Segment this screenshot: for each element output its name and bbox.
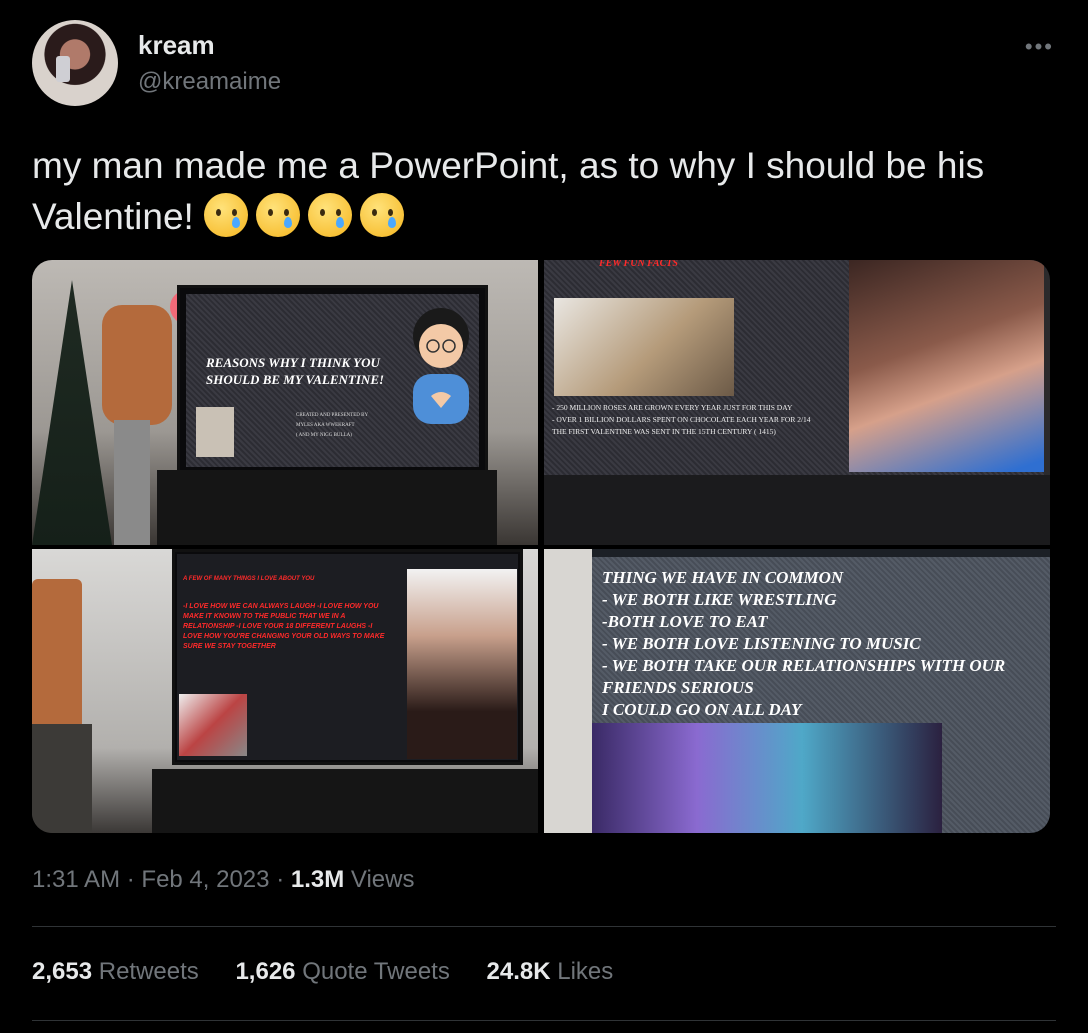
person [102, 305, 172, 425]
slide-credits: CREATED AND PRESENTED BY MYLES AKA WWEKR… [296, 411, 368, 441]
retweets-stat[interactable]: 2,653 Retweets [32, 958, 199, 985]
views-count: 1.3M [290, 866, 345, 893]
tweet-text: my man made me a PowerPoint, as to why I… [32, 140, 1052, 242]
slide-photo [179, 694, 247, 756]
tweet-date[interactable]: Feb 4, 2023 [141, 866, 269, 893]
author-handle[interactable]: @kreamaime [138, 68, 281, 96]
retweets-count: 2,653 [32, 958, 93, 985]
tweet-body: my man made me a PowerPoint, as to why I… [32, 145, 985, 237]
fun-facts: - 250 MILLION ROSES ARE GROWN EVERY YEAR… [552, 402, 837, 438]
phone-icon [56, 56, 70, 82]
likes-label: Likes [557, 958, 614, 985]
slide-photo [554, 298, 734, 396]
tweet-time[interactable]: 1:31 AM [32, 866, 120, 893]
slide-heading: A FEW OF MANY THINGS I LOVE ABOUT YOU [183, 576, 315, 582]
slide-photo [196, 407, 234, 457]
person-legs [114, 420, 150, 545]
common-line: - WE BOTH LIKE WRESTLING [602, 590, 837, 609]
fact-line: THE FIRST VALENTINE WAS SENT IN THE 15TH… [552, 427, 776, 436]
common-line: THING WE HAVE IN COMMON [602, 568, 844, 587]
tv-screen: FEW FUN FACTS - 250 MILLION ROSES ARE GR… [544, 260, 1044, 475]
separator: · [126, 866, 135, 893]
more-options-icon[interactable]: ••• [1025, 34, 1054, 60]
slide: FEW FUN FACTS - 250 MILLION ROSES ARE GR… [544, 260, 1044, 475]
crying-face-emoji [204, 193, 249, 237]
quotes-label: Quote Tweets [302, 958, 450, 985]
tv-stand [544, 475, 1050, 545]
photo-3[interactable]: A FEW OF MANY THINGS I LOVE ABOUT YOU -I… [32, 549, 538, 833]
tv-screen: A FEW OF MANY THINGS I LOVE ABOUT YOU -I… [172, 549, 523, 765]
slide-photo-woman [407, 569, 517, 759]
slide-title: REASONS WHY I THINK YOU SHOULD BE MY VAL… [206, 354, 384, 388]
wrestling-photo [592, 723, 942, 833]
likes-count: 24.8K [486, 958, 551, 985]
divider [32, 1020, 1056, 1021]
separator: · [276, 866, 285, 893]
quotes-count: 1,626 [235, 958, 296, 985]
love-list: -I LOVE HOW WE CAN ALWAYS LAUGH -I LOVE … [183, 603, 385, 650]
common-line: - WE BOTH TAKE OUR RELATIONSHIPS WITH OU… [602, 656, 1006, 675]
tweet-header: kream @kreamaime ••• [32, 20, 1056, 110]
common-line: I COULD GO ON ALL DAY [602, 700, 802, 719]
photo-2[interactable]: FEW FUN FACTS - 250 MILLION ROSES ARE GR… [544, 260, 1050, 545]
crying-face-emoji [256, 193, 301, 237]
tweet-meta: 1:31 AM · Feb 4, 2023 · 1.3M Views [32, 866, 414, 894]
credit-line: MYLES AKA WWEKRAFT [296, 423, 355, 428]
likes-stat[interactable]: 24.8K Likes [487, 958, 614, 985]
slide: A FEW OF MANY THINGS I LOVE ABOUT YOU -I… [177, 554, 518, 760]
wall [544, 549, 592, 833]
person [32, 579, 82, 729]
photo-4[interactable]: THING WE HAVE IN COMMON - WE BOTH LIKE W… [544, 549, 1050, 833]
credit-line: CREATED AND PRESENTED BY [296, 413, 369, 418]
quote-tweets-stat[interactable]: 1,626 Quote Tweets [235, 958, 449, 985]
slide-heading: FEW FUN FACTS [599, 260, 678, 269]
memoji-sticker [401, 304, 479, 424]
common-line: FRIENDS SERIOUS [602, 678, 754, 697]
author-name[interactable]: kream [138, 30, 215, 61]
crying-face-emoji [308, 193, 353, 237]
slide-title-line: REASONS WHY I THINK YOU [206, 355, 380, 370]
slide-title-line: SHOULD BE MY VALENTINE! [206, 372, 385, 387]
divider [32, 926, 1056, 927]
fact-line: - 250 MILLION ROSES ARE GROWN EVERY YEAR… [552, 403, 793, 412]
views-label: Views [350, 866, 415, 893]
crying-face-emoji [360, 193, 405, 237]
tweet-stats: 2,653 Retweets 1,626 Quote Tweets 24.8K … [32, 958, 643, 986]
common-list: THING WE HAVE IN COMMON - WE BOTH LIKE W… [602, 567, 1005, 721]
tv-stand [152, 769, 538, 833]
tv-stand [157, 470, 497, 545]
fact-line: - OVER 1 BILLION DOLLARS SPENT ON CHOCOL… [552, 415, 811, 424]
common-line: -BOTH LOVE TO EAT [602, 612, 768, 631]
tv-screen: REASONS WHY I THINK YOU SHOULD BE MY VAL… [177, 285, 488, 476]
christmas-tree [32, 280, 112, 545]
photo-1[interactable]: REASONS WHY I THINK YOU SHOULD BE MY VAL… [32, 260, 538, 545]
retweets-label: Retweets [98, 958, 199, 985]
slide-photo-woman [849, 260, 1044, 472]
common-line: - WE BOTH LOVE LISTENING TO MUSIC [602, 634, 921, 653]
slide: REASONS WHY I THINK YOU SHOULD BE MY VAL… [186, 294, 479, 467]
avatar[interactable] [32, 20, 118, 106]
credit-line: ( AND MY NIGG BULLA) [296, 433, 352, 438]
media-grid: REASONS WHY I THINK YOU SHOULD BE MY VAL… [32, 260, 1050, 833]
person-legs [32, 724, 92, 833]
